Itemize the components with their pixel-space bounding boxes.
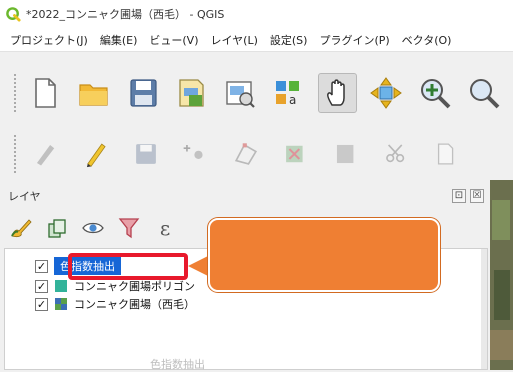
cut-features-icon	[336, 144, 354, 164]
print-layout-icon	[179, 79, 205, 107]
menu-settings[interactable]: 設定(S)	[264, 30, 314, 50]
title-bar: *2022_コンニャク圃場（西毛） - QGIS	[0, 0, 513, 28]
manage-visibility-button[interactable]	[80, 215, 106, 241]
menu-edit[interactable]: 編集(E)	[94, 30, 144, 50]
layout-manager-button[interactable]	[221, 73, 260, 113]
qgis-logo-icon	[6, 6, 21, 22]
cut-features-button[interactable]	[326, 134, 366, 174]
pan-hand-icon	[326, 79, 345, 106]
tree-scrollbar[interactable]	[481, 249, 487, 369]
copy-features-button[interactable]	[376, 134, 416, 174]
copy-features-icon	[386, 144, 405, 163]
save-project-icon	[130, 79, 157, 107]
toggle-editing-button[interactable]	[76, 134, 116, 174]
zoom-in-icon	[420, 79, 451, 109]
highlight-box	[68, 253, 188, 280]
menu-layer[interactable]: レイヤ(L)	[204, 30, 263, 50]
map-imagery	[494, 270, 510, 320]
svg-text:a: a	[289, 93, 296, 107]
edits-icon	[36, 144, 55, 166]
layer-visibility-checkbox[interactable]: ✓	[35, 297, 48, 311]
print-layout-button[interactable]	[172, 73, 211, 113]
menu-vector[interactable]: ベクタ(O)	[396, 30, 458, 50]
filter-by-expression-button[interactable]: ε	[152, 215, 178, 241]
add-feature-button[interactable]	[176, 134, 216, 174]
panel-buttons: ⊡ ☒	[452, 189, 484, 203]
add-group-button[interactable]	[44, 215, 70, 241]
toolbar-handle[interactable]	[14, 135, 18, 173]
layer-name[interactable]: コンニャク圃場ポリゴン	[74, 278, 195, 294]
zoom-out-button[interactable]	[464, 73, 503, 113]
project-toolbar: a	[0, 62, 513, 124]
open-styling-button[interactable]	[8, 215, 34, 241]
annotation-callout	[208, 218, 440, 292]
add-feature-icon	[183, 144, 203, 159]
raster-layer-icon	[55, 298, 67, 310]
open-project-button[interactable]	[75, 73, 114, 113]
add-group-icon	[48, 219, 66, 238]
delete-selected-icon	[286, 145, 303, 163]
zoom-in-button[interactable]	[416, 73, 455, 113]
toolbar-handle[interactable]	[14, 74, 18, 112]
layer-visibility-checkbox[interactable]: ✓	[35, 279, 48, 293]
digitizing-toolbar	[0, 128, 513, 180]
map-imagery	[492, 200, 510, 240]
current-edits-button[interactable]	[26, 134, 66, 174]
paste-features-button[interactable]	[426, 134, 466, 174]
save-edits-button[interactable]	[126, 134, 166, 174]
filter-icon	[118, 218, 140, 239]
pan-map-button[interactable]	[318, 73, 357, 113]
paste-features-icon	[437, 143, 454, 165]
save-edits-icon	[136, 144, 156, 164]
menu-plugins[interactable]: プラグイン(P)	[313, 30, 395, 50]
menu-project[interactable]: プロジェクト(J)	[4, 30, 94, 50]
polygon-layer-icon	[55, 280, 67, 292]
expression-filter-icon: ε	[159, 216, 171, 240]
style-brush-icon	[11, 219, 32, 238]
style-manager-icon: a	[275, 81, 299, 107]
callout-pointer	[188, 255, 210, 277]
save-project-button[interactable]	[123, 73, 162, 113]
visibility-eye-icon	[82, 222, 104, 234]
toggle-editing-icon	[86, 143, 106, 168]
vertex-tool-button[interactable]	[226, 134, 266, 174]
window-title: *2022_コンニャク圃場（西毛） - QGIS	[26, 8, 225, 21]
pan-to-selection-icon	[370, 77, 403, 109]
map-canvas[interactable]	[490, 180, 513, 370]
open-project-icon	[79, 84, 108, 106]
map-imagery	[490, 330, 513, 360]
float-panel-button[interactable]: ⊡	[452, 189, 466, 203]
layer-name[interactable]: コンニャク圃場（西毛）	[74, 296, 195, 312]
pan-to-selection-button[interactable]	[367, 73, 406, 113]
delete-selected-button[interactable]	[276, 134, 316, 174]
style-manager-button[interactable]: a	[269, 73, 308, 113]
layers-panel-header: レイヤ ⊡ ☒	[0, 185, 490, 207]
new-project-button[interactable]	[26, 73, 65, 113]
zoom-out-icon	[469, 79, 500, 109]
filter-legend-button[interactable]	[116, 215, 142, 241]
layers-panel-title: レイヤ	[8, 190, 41, 203]
vertex-tool-icon	[234, 143, 258, 165]
layout-manager-icon	[226, 81, 255, 108]
layer-row[interactable]: ✓ コンニャク圃場（西毛）	[5, 295, 487, 313]
qgis-window: *2022_コンニャク圃場（西毛） - QGIS プロジェクト(J) 編集(E)…	[0, 0, 513, 371]
menu-bar: プロジェクト(J) 編集(E) ビュー(V) レイヤ(L) 設定(S) プラグイ…	[0, 28, 513, 52]
layer-visibility-checkbox[interactable]: ✓	[35, 259, 48, 273]
close-panel-button[interactable]: ☒	[470, 189, 484, 203]
new-project-icon	[35, 78, 57, 108]
menu-view[interactable]: ビュー(V)	[143, 30, 204, 50]
layers-panel-toolbar: ε	[8, 210, 178, 246]
